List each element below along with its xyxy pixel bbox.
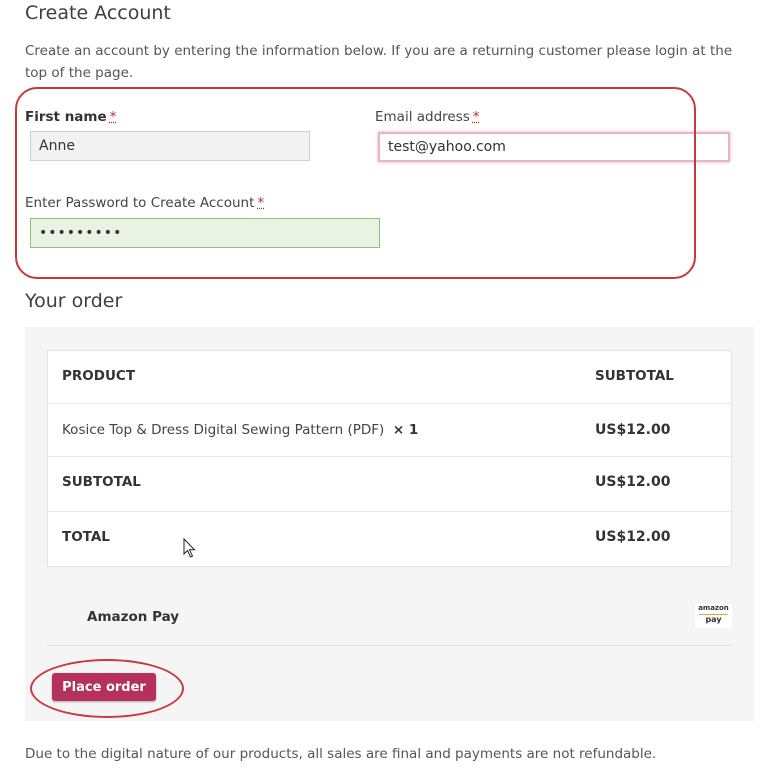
- amazon-pay-logo-bottom: pay: [705, 615, 722, 624]
- create-account-intro: Create an account by entering the inform…: [25, 43, 733, 81]
- item-price: US$12.00: [595, 422, 671, 438]
- payment-method-amazon-pay[interactable]: Amazon Pay: [87, 609, 179, 625]
- create-account-title: Create Account: [25, 2, 171, 24]
- refund-notice: Due to the digital nature of our product…: [25, 746, 657, 762]
- row-divider: [47, 511, 732, 512]
- total-label: TOTAL: [62, 529, 110, 545]
- item-quantity: × 1: [392, 422, 419, 438]
- row-divider: [47, 456, 732, 457]
- subtotal-value: US$12.00: [595, 474, 671, 490]
- item-name: Kosice Top & Dress Digital Sewing Patter…: [62, 422, 385, 438]
- form-highlight-annotation: [15, 87, 696, 279]
- header-subtotal: SUBTOTAL: [595, 368, 674, 384]
- order-item-row: Kosice Top & Dress Digital Sewing Patter…: [62, 422, 418, 438]
- amazon-pay-logo-top: amazon: [698, 604, 729, 612]
- amazon-pay-logo: amazon pay: [695, 604, 732, 628]
- button-highlight-annotation: [30, 659, 184, 718]
- your-order-title: Your order: [25, 290, 123, 312]
- header-product: PRODUCT: [62, 368, 136, 384]
- mouse-cursor-icon: [183, 538, 196, 558]
- payment-divider: [47, 645, 732, 646]
- row-divider: [47, 403, 732, 404]
- subtotal-label: SUBTOTAL: [62, 474, 141, 490]
- total-value: US$12.00: [595, 529, 671, 545]
